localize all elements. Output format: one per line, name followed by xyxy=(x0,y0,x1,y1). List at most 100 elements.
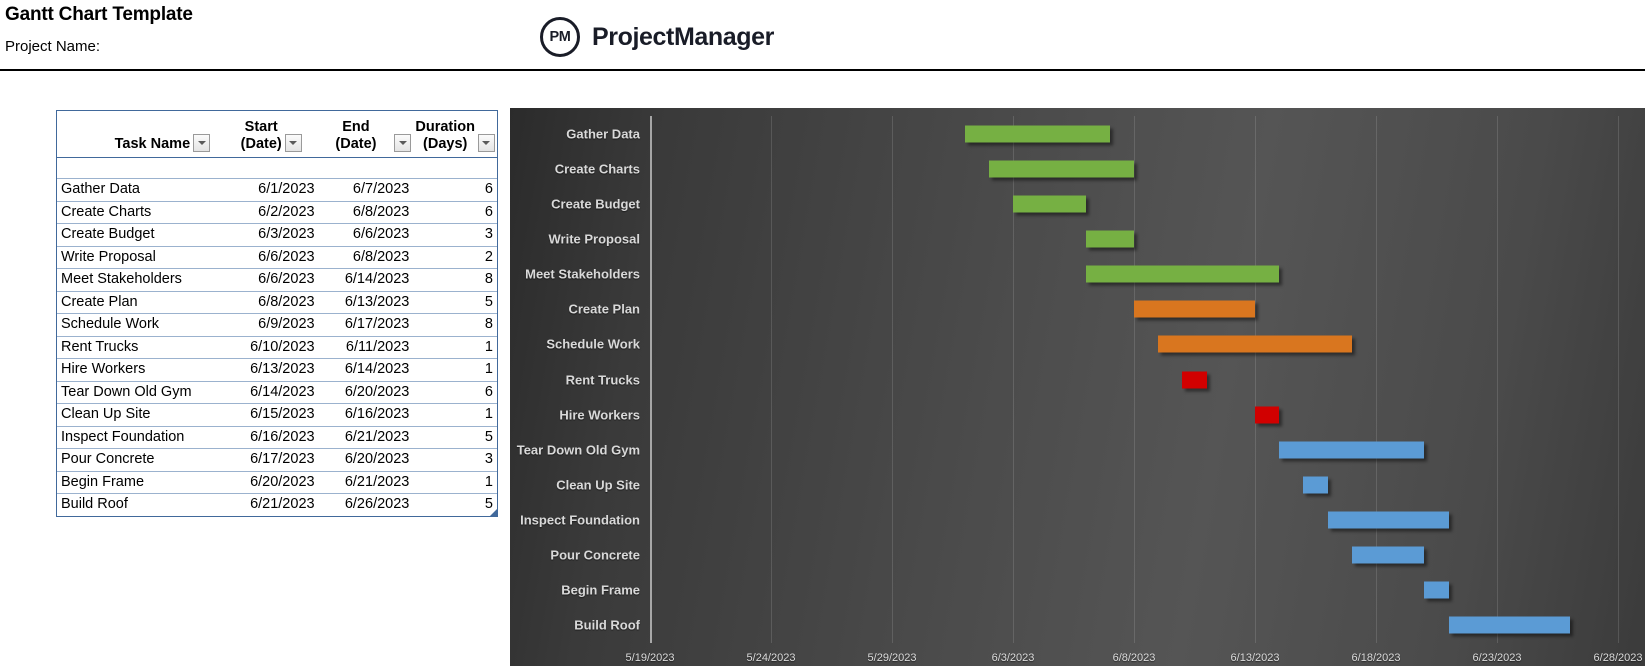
gantt-bar[interactable] xyxy=(1352,547,1425,564)
gantt-bar[interactable] xyxy=(989,160,1134,177)
table-cell-start[interactable]: 6/20/2023 xyxy=(224,471,319,494)
table-cell-end[interactable]: 6/21/2023 xyxy=(319,471,414,494)
gantt-bar[interactable] xyxy=(1013,195,1086,212)
table-cell-duration[interactable]: 1 xyxy=(413,404,497,427)
table-cell-name[interactable]: Gather Data xyxy=(57,179,224,202)
table-cell-start[interactable]: 6/1/2023 xyxy=(224,179,319,202)
table-cell-start[interactable]: 6/3/2023 xyxy=(224,224,319,247)
table-cell-end[interactable]: 6/26/2023 xyxy=(319,494,414,516)
gantt-bar[interactable] xyxy=(1303,476,1327,493)
table-cell-name[interactable]: Inspect Foundation xyxy=(57,426,224,449)
table-resize-handle[interactable] xyxy=(489,508,498,517)
table-cell-end[interactable]: 6/8/2023 xyxy=(319,246,414,269)
table-row[interactable]: Create Charts6/2/20236/8/20236 xyxy=(57,201,497,224)
table-cell-end[interactable]: 6/8/2023 xyxy=(319,201,414,224)
table-cell-start[interactable]: 6/13/2023 xyxy=(224,359,319,382)
table-cell-duration[interactable]: 6 xyxy=(413,381,497,404)
table-cell-duration[interactable]: 3 xyxy=(413,224,497,247)
table-cell-name[interactable]: Create Charts xyxy=(57,201,224,224)
table-row[interactable]: Gather Data6/1/20236/7/20236 xyxy=(57,179,497,202)
gantt-bar[interactable] xyxy=(965,125,1110,142)
table-cell-end[interactable]: 6/20/2023 xyxy=(319,381,414,404)
table-row[interactable]: Inspect Foundation6/16/20236/21/20235 xyxy=(57,426,497,449)
table-cell-start[interactable]: 6/8/2023 xyxy=(224,291,319,314)
filter-chevron-down-icon[interactable] xyxy=(285,134,302,152)
table-cell-end[interactable]: 6/21/2023 xyxy=(319,426,414,449)
table-cell-duration[interactable]: 8 xyxy=(413,269,497,292)
gantt-bar[interactable] xyxy=(1086,266,1280,283)
table-cell-name[interactable]: Build Roof xyxy=(57,494,224,516)
gantt-bar[interactable] xyxy=(1328,512,1449,529)
gantt-bar[interactable] xyxy=(1134,301,1255,318)
table-cell-name[interactable]: Pour Concrete xyxy=(57,449,224,472)
table-cell-end[interactable]: 6/7/2023 xyxy=(319,179,414,202)
table-cell-name[interactable]: Rent Trucks xyxy=(57,336,224,359)
table-cell-name[interactable]: Write Proposal xyxy=(57,246,224,269)
gantt-bar[interactable] xyxy=(1449,617,1570,634)
gantt-bar[interactable] xyxy=(1424,582,1448,599)
table-cell-end[interactable]: 6/14/2023 xyxy=(319,359,414,382)
table-cell-start[interactable]: 6/6/2023 xyxy=(224,269,319,292)
table-cell-start[interactable]: 6/10/2023 xyxy=(224,336,319,359)
table-row[interactable]: Pour Concrete6/17/20236/20/20233 xyxy=(57,449,497,472)
table-cell-name[interactable]: Create Plan xyxy=(57,291,224,314)
gantt-bar[interactable] xyxy=(1255,406,1279,423)
table-row[interactable]: Create Budget6/3/20236/6/20233 xyxy=(57,224,497,247)
table-cell-end[interactable]: 6/14/2023 xyxy=(319,269,414,292)
table-cell-end[interactable]: 6/13/2023 xyxy=(319,291,414,314)
table-row[interactable]: Build Roof6/21/20236/26/20235 xyxy=(57,494,497,516)
table-cell-name[interactable]: Meet Stakeholders xyxy=(57,269,224,292)
category-axis-label: Inspect Foundation xyxy=(520,513,640,528)
table-row[interactable]: Meet Stakeholders6/6/20236/14/20238 xyxy=(57,269,497,292)
table-cell-end[interactable]: 6/20/2023 xyxy=(319,449,414,472)
table-cell-duration[interactable]: 5 xyxy=(413,291,497,314)
table-cell-duration[interactable]: 1 xyxy=(413,471,497,494)
gantt-chart[interactable]: 5/19/20235/24/20235/29/20236/3/20236/8/2… xyxy=(510,108,1645,666)
table-cell-duration[interactable]: 8 xyxy=(413,314,497,337)
table-cell-start[interactable]: 6/2/2023 xyxy=(224,201,319,224)
gantt-bar[interactable] xyxy=(1086,230,1134,247)
table-cell-end[interactable]: 6/17/2023 xyxy=(319,314,414,337)
table-cell-start[interactable]: 6/17/2023 xyxy=(224,449,319,472)
table-row[interactable]: Clean Up Site6/15/20236/16/20231 xyxy=(57,404,497,427)
table-cell-name[interactable]: Hire Workers xyxy=(57,359,224,382)
table-cell-name[interactable]: Create Budget xyxy=(57,224,224,247)
table-cell-end[interactable]: 6/16/2023 xyxy=(319,404,414,427)
table-row[interactable]: Schedule Work6/9/20236/17/20238 xyxy=(57,314,497,337)
table-cell-duration[interactable]: 6 xyxy=(413,179,497,202)
table-cell-start[interactable]: 6/21/2023 xyxy=(224,494,319,516)
table-cell-name[interactable]: Tear Down Old Gym xyxy=(57,381,224,404)
table-cell-start[interactable]: 6/6/2023 xyxy=(224,246,319,269)
table-cell-start[interactable]: 6/16/2023 xyxy=(224,426,319,449)
table-cell-duration[interactable]: 3 xyxy=(413,449,497,472)
table-cell-duration[interactable]: 1 xyxy=(413,336,497,359)
table-row[interactable]: Create Plan6/8/20236/13/20235 xyxy=(57,291,497,314)
table-cell-name[interactable]: Schedule Work xyxy=(57,314,224,337)
table-row[interactable]: Begin Frame6/20/20236/21/20231 xyxy=(57,471,497,494)
filter-chevron-down-icon[interactable] xyxy=(193,134,210,152)
filter-chevron-down-icon[interactable] xyxy=(478,134,495,152)
table-cell-end[interactable]: 6/11/2023 xyxy=(319,336,414,359)
table-cell-duration[interactable]: 1 xyxy=(413,359,497,382)
project-name-label: Project Name: xyxy=(5,38,100,55)
table-row[interactable]: Rent Trucks6/10/20236/11/20231 xyxy=(57,336,497,359)
gantt-bar[interactable] xyxy=(1158,336,1352,353)
table-cell-name[interactable]: Clean Up Site xyxy=(57,404,224,427)
table-cell-duration[interactable]: 6 xyxy=(413,201,497,224)
table-cell-duration[interactable]: 2 xyxy=(413,246,497,269)
table-row[interactable]: Write Proposal6/6/20236/8/20232 xyxy=(57,246,497,269)
table-cell-start[interactable]: 6/14/2023 xyxy=(224,381,319,404)
gantt-bar[interactable] xyxy=(1182,371,1206,388)
table-cell-duration[interactable]: 5 xyxy=(413,426,497,449)
table-cell-name[interactable]: Begin Frame xyxy=(57,471,224,494)
filter-chevron-down-icon[interactable] xyxy=(394,134,411,152)
table-cell-start[interactable]: 6/15/2023 xyxy=(224,404,319,427)
table-cell-start[interactable]: 6/9/2023 xyxy=(224,314,319,337)
table-row[interactable]: Hire Workers6/13/20236/14/20231 xyxy=(57,359,497,382)
projectmanager-logo-icon: PM xyxy=(540,17,580,57)
chevron-down-icon xyxy=(289,141,297,145)
gantt-bar[interactable] xyxy=(1279,441,1424,458)
table-cell-end[interactable]: 6/6/2023 xyxy=(319,224,414,247)
table-row[interactable]: Tear Down Old Gym6/14/20236/20/20236 xyxy=(57,381,497,404)
table-cell-duration[interactable]: 5 xyxy=(413,494,497,516)
